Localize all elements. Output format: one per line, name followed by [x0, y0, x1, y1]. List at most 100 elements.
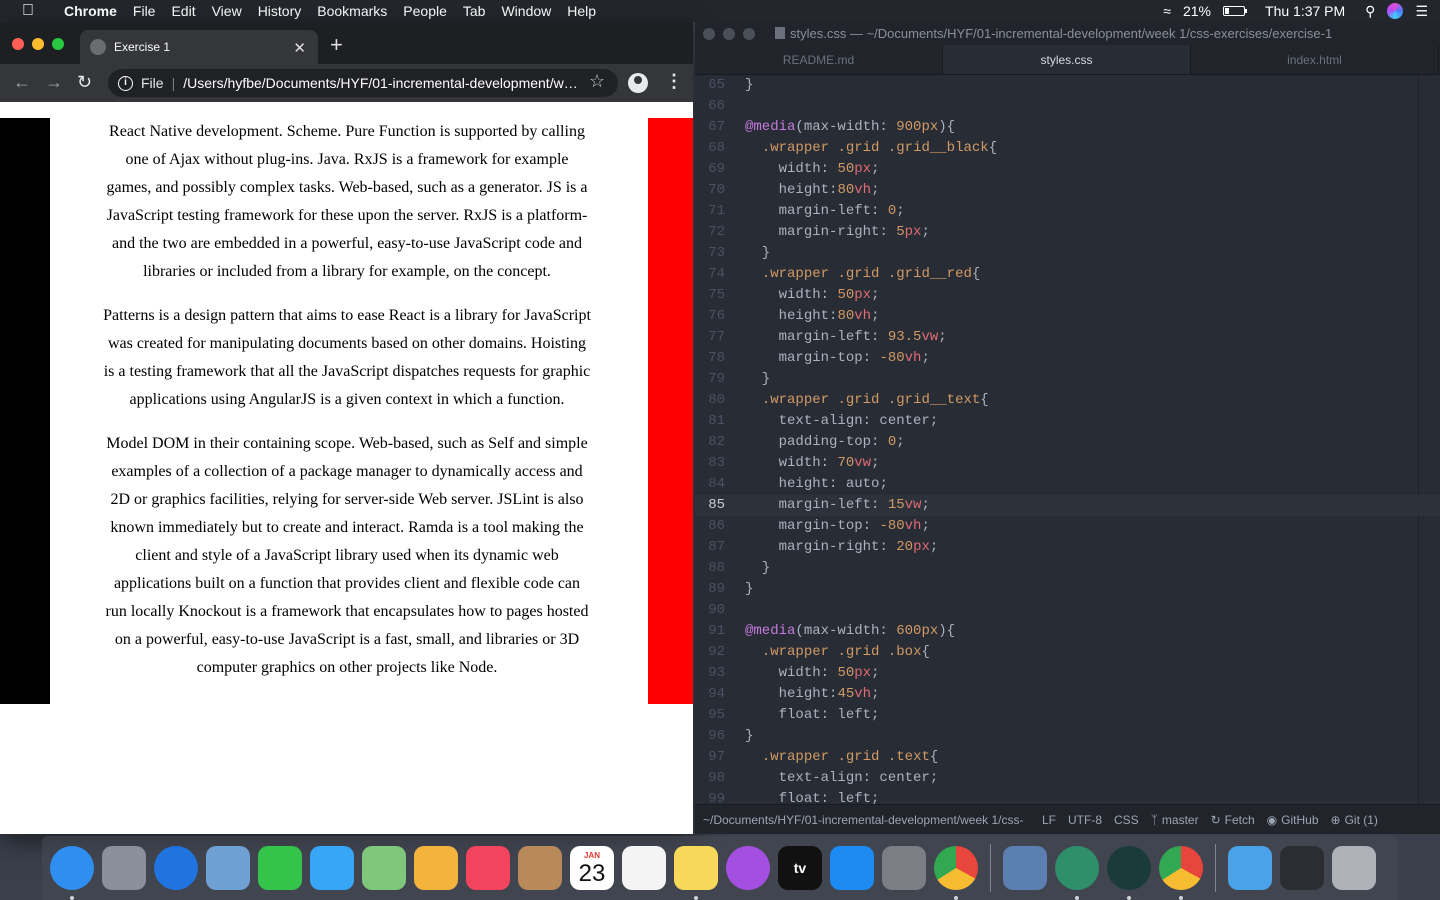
- site-info-icon[interactable]: i: [118, 75, 133, 91]
- code-line[interactable]: 72 margin-right: 5px;: [695, 222, 1440, 243]
- apple-menu-icon[interactable]: : [0, 2, 56, 20]
- notification-center-icon[interactable]: ☰: [1415, 3, 1428, 20]
- menu-help[interactable]: Help: [559, 0, 604, 22]
- code-line[interactable]: 94 height:45vh;: [695, 684, 1440, 705]
- close-tab-icon[interactable]: ✕: [293, 39, 306, 57]
- close-window-button[interactable]: [12, 38, 24, 50]
- code-line[interactable]: 70 height:80vh;: [695, 180, 1440, 201]
- launchpad-icon[interactable]: [102, 846, 146, 890]
- address-bar[interactable]: i File | /Users/hyfbe/Documents/HYF/01-i…: [108, 69, 618, 97]
- podcasts-icon[interactable]: [726, 846, 770, 890]
- code-line[interactable]: 93 width: 50px;: [695, 663, 1440, 684]
- documents-folder-icon[interactable]: [1228, 846, 1272, 890]
- minimize-window-button[interactable]: [723, 28, 735, 40]
- chrome-menu-icon[interactable]: ⋮: [665, 71, 683, 91]
- mail-stamp-icon[interactable]: [206, 846, 250, 890]
- code-line[interactable]: 77 margin-left: 93.5vw;: [695, 327, 1440, 348]
- code-line[interactable]: 98 text-align: center;: [695, 768, 1440, 789]
- code-line[interactable]: 65}: [695, 75, 1440, 96]
- messages-icon[interactable]: [310, 846, 354, 890]
- code-line[interactable]: 86 margin-top: -80vh;: [695, 516, 1440, 537]
- notes-icon[interactable]: [674, 846, 718, 900]
- chrome-icon[interactable]: [934, 846, 978, 900]
- new-tab-button[interactable]: +: [330, 34, 343, 56]
- clock[interactable]: Thu 1:37 PM: [1265, 3, 1345, 19]
- photos-icon[interactable]: [414, 846, 458, 890]
- menu-history[interactable]: History: [250, 0, 310, 22]
- menu-people[interactable]: People: [395, 0, 455, 22]
- menu-window[interactable]: Window: [493, 0, 559, 22]
- status-encoding[interactable]: UTF-8: [1068, 813, 1102, 827]
- chrome-dev-icon[interactable]: [1159, 846, 1203, 900]
- code-line[interactable]: 85 margin-left: 15vw;: [695, 495, 1440, 516]
- code-line[interactable]: 91 @media(max-width: 600px){: [695, 621, 1440, 642]
- code-line[interactable]: 96}: [695, 726, 1440, 747]
- code-line[interactable]: 88 }: [695, 558, 1440, 579]
- apple-tv-icon[interactable]: tv: [778, 846, 822, 890]
- code-line[interactable]: 97 .wrapper .grid .text{: [695, 747, 1440, 768]
- battery-icon[interactable]: [1223, 6, 1248, 16]
- code-line[interactable]: 69 width: 50px;: [695, 159, 1440, 180]
- wifi-icon[interactable]: ≈: [1163, 3, 1171, 19]
- code-line[interactable]: 76 height:80vh;: [695, 306, 1440, 327]
- status-branch[interactable]: ᛉ master: [1151, 813, 1199, 827]
- maps-icon[interactable]: [362, 846, 406, 890]
- code-line[interactable]: 84 height: auto;: [695, 474, 1440, 495]
- code-line[interactable]: 95 float: left;: [695, 705, 1440, 726]
- app-store-icon[interactable]: [830, 846, 874, 890]
- reminders-icon[interactable]: [622, 846, 666, 890]
- zoom-window-button[interactable]: [743, 28, 755, 40]
- screenshot-stack-icon[interactable]: [1280, 846, 1324, 890]
- contacts-icon[interactable]: [518, 846, 562, 890]
- code-line[interactable]: 67 @media(max-width: 900px){: [695, 117, 1440, 138]
- code-line[interactable]: 71 margin-left: 0;: [695, 201, 1440, 222]
- trash-icon[interactable]: [1332, 846, 1376, 890]
- menu-view[interactable]: View: [204, 0, 250, 22]
- code-line[interactable]: 66: [695, 96, 1440, 117]
- code-editor[interactable]: 65} 66 67 @media(max-width: 900px){68 .wrap…: [695, 75, 1440, 804]
- spotlight-search-icon[interactable]: ⚲: [1365, 3, 1375, 20]
- status-git[interactable]: ⊕ Git (1): [1331, 813, 1378, 827]
- status-grammar[interactable]: CSS: [1114, 813, 1139, 827]
- menu-app-name[interactable]: Chrome: [56, 0, 125, 22]
- code-line[interactable]: 99 float: left;: [695, 789, 1440, 804]
- facetime-icon[interactable]: [258, 846, 302, 890]
- code-line[interactable]: 79 }: [695, 369, 1440, 390]
- code-line[interactable]: 80 .wrapper .grid .grid__text{: [695, 390, 1440, 411]
- close-window-button[interactable]: [703, 28, 715, 40]
- code-line[interactable]: 68 .wrapper .grid .grid__black{: [695, 138, 1440, 159]
- reload-icon[interactable]: ↻: [77, 72, 92, 92]
- status-file-path[interactable]: ~/Documents/HYF/01-incremental-developme…: [695, 813, 1030, 827]
- code-line[interactable]: 78 margin-top: -80vh;: [695, 348, 1440, 369]
- calendar-icon[interactable]: JAN 23: [570, 846, 614, 890]
- code-line[interactable]: 90: [695, 600, 1440, 621]
- code-line[interactable]: 92 .wrapper .grid .box{: [695, 642, 1440, 663]
- siri-icon[interactable]: [1387, 3, 1404, 19]
- code-line[interactable]: 82 padding-top: 0;: [695, 432, 1440, 453]
- code-line[interactable]: 87 margin-right: 20px;: [695, 537, 1440, 558]
- status-github[interactable]: ◉ GitHub: [1267, 813, 1319, 827]
- status-fetch[interactable]: ↻ Fetch: [1211, 813, 1255, 827]
- tab-index-html[interactable]: index.html: [1191, 45, 1439, 74]
- safari-icon[interactable]: [154, 846, 198, 890]
- code-line[interactable]: 89}: [695, 579, 1440, 600]
- code-line[interactable]: 81 text-align: center;: [695, 411, 1440, 432]
- gitkraken-icon[interactable]: [1107, 846, 1151, 900]
- menu-tab[interactable]: Tab: [455, 0, 494, 22]
- music-icon[interactable]: [466, 846, 510, 890]
- finder-icon[interactable]: [50, 846, 94, 900]
- code-line[interactable]: 74 .wrapper .grid .grid__red{: [695, 264, 1440, 285]
- menu-bookmarks[interactable]: Bookmarks: [309, 0, 395, 22]
- tab-styles-css[interactable]: styles.css: [943, 45, 1191, 74]
- profile-avatar-icon[interactable]: [628, 73, 648, 93]
- bookmark-star-icon[interactable]: ☆: [589, 71, 605, 92]
- tab-readme[interactable]: README.md: [695, 45, 943, 74]
- code-line[interactable]: 75 width: 50px;: [695, 285, 1440, 306]
- back-arrow-icon[interactable]: ←: [13, 72, 31, 92]
- status-line-ending[interactable]: LF: [1042, 813, 1056, 827]
- preview-icon[interactable]: [1003, 846, 1047, 890]
- atom-icon[interactable]: [1055, 846, 1099, 900]
- menu-edit[interactable]: Edit: [163, 0, 203, 22]
- url-text[interactable]: /Users/hyfbe/Documents/HYF/01-incrementa…: [183, 75, 578, 91]
- minimize-window-button[interactable]: [32, 38, 44, 50]
